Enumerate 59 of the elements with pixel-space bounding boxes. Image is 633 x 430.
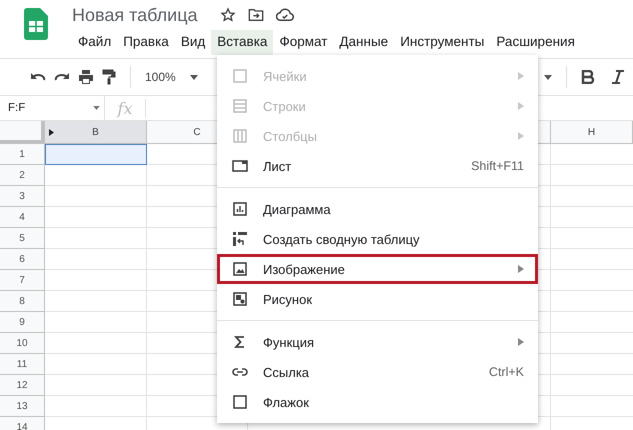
drawing-icon	[231, 290, 249, 308]
selected-cell[interactable]	[45, 144, 147, 165]
pivot-table-icon	[231, 230, 249, 248]
italic-icon[interactable]	[611, 70, 625, 84]
menu-option[interactable]: Флажок	[217, 387, 538, 417]
image-icon	[231, 260, 249, 278]
document-title[interactable]: Новая таблица	[72, 4, 198, 26]
name-box[interactable]: F:F	[0, 96, 105, 120]
row-header[interactable]: 11	[0, 354, 45, 375]
caret-icon[interactable]	[544, 74, 552, 80]
menu-item[interactable]: Файл	[72, 30, 118, 55]
undo-icon[interactable]	[30, 71, 46, 83]
row-header[interactable]: 4	[0, 207, 45, 228]
row-header[interactable]: 13	[0, 396, 45, 417]
menu-item[interactable]: Данные	[333, 30, 394, 55]
square-icon	[231, 67, 249, 85]
menu-option[interactable]: Лист Shift+F11	[217, 151, 538, 181]
sheets-logo-icon[interactable]	[24, 8, 48, 40]
menu-item[interactable]: Вставка	[211, 30, 274, 55]
row-header[interactable]: 12	[0, 375, 45, 396]
row-header[interactable]: 5	[0, 228, 45, 249]
chart-icon	[231, 200, 249, 218]
triangle-icon	[49, 129, 54, 136]
menu-option[interactable]: Изображение	[217, 254, 538, 284]
menu-option[interactable]: Рисунок	[217, 284, 538, 314]
rows-icon	[231, 97, 249, 115]
star-icon[interactable]	[220, 7, 236, 23]
menu-option[interactable]: Диаграмма	[217, 194, 538, 224]
menu-option[interactable]: Функция	[217, 327, 538, 357]
print-icon[interactable]	[78, 69, 94, 85]
menu-item[interactable]: Правка	[117, 30, 175, 55]
row-header[interactable]: 10	[0, 333, 45, 354]
row-header[interactable]: 3	[0, 186, 45, 207]
paint-format-icon[interactable]	[102, 69, 116, 85]
column-header[interactable]: H	[551, 121, 633, 144]
caret-icon	[190, 74, 198, 80]
sheet-icon	[231, 157, 249, 175]
menu-item[interactable]: Вид	[174, 30, 212, 55]
row-header[interactable]: 9	[0, 312, 45, 333]
row-header[interactable]: 14	[0, 417, 45, 430]
row-header[interactable]: 2	[0, 165, 45, 186]
row-header[interactable]: 1	[0, 144, 45, 165]
bold-icon[interactable]	[581, 70, 595, 84]
row-header[interactable]: 6	[0, 249, 45, 270]
menu-item[interactable]: Расширения	[490, 30, 581, 55]
menu-option[interactable]: Ссылка Ctrl+K	[217, 357, 538, 387]
function-label: fx	[105, 98, 146, 118]
row-header[interactable]: 7	[0, 270, 45, 291]
menu-item[interactable]: Инструменты	[394, 30, 490, 55]
folder-icon[interactable]	[248, 8, 264, 22]
redo-icon[interactable]	[54, 71, 70, 83]
columns-icon	[231, 127, 249, 145]
checkbox-icon	[231, 393, 249, 411]
menu-option[interactable]: Создать сводную таблицу	[217, 224, 538, 254]
menu-item[interactable]: Формат	[273, 30, 334, 55]
zoom-select[interactable]: 100%	[145, 70, 198, 84]
column-header[interactable]: B	[45, 121, 147, 144]
cloud-icon[interactable]	[276, 8, 294, 22]
row-header[interactable]: 8	[0, 291, 45, 312]
